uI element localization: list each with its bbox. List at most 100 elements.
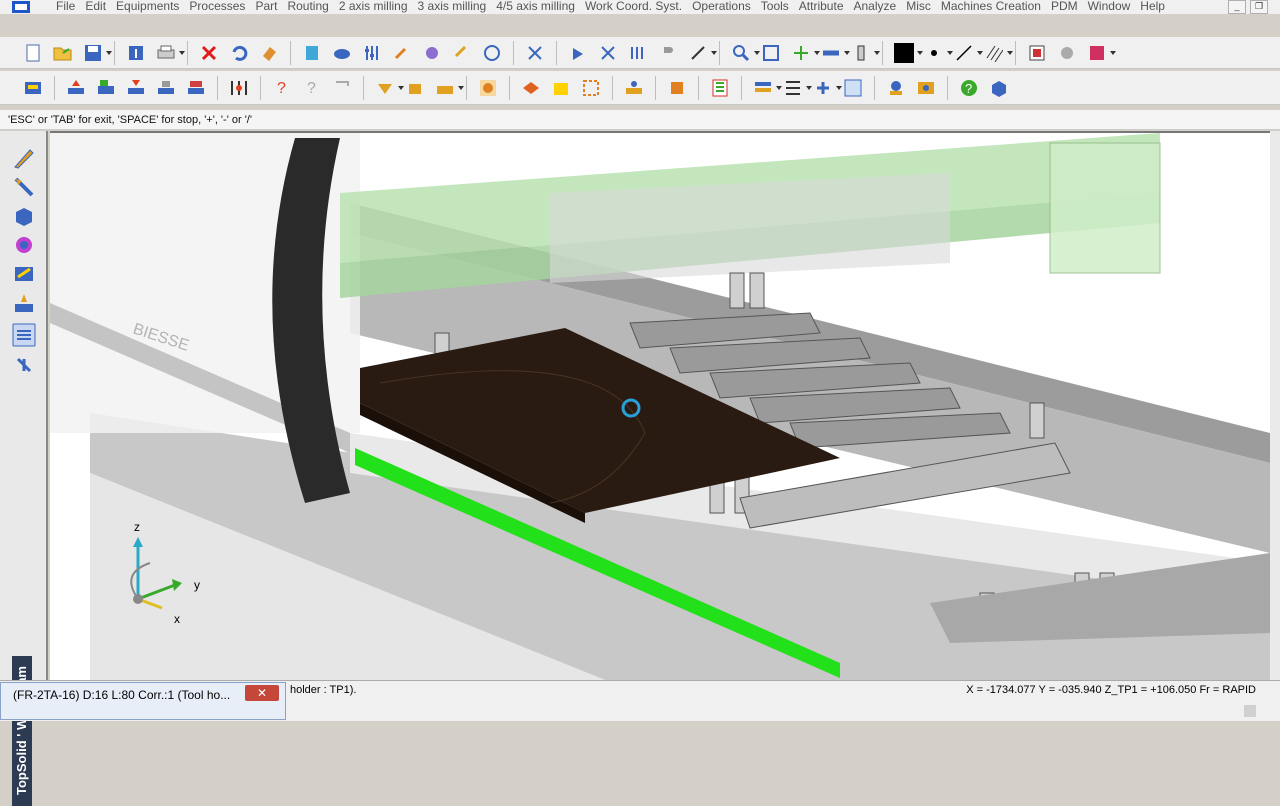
draft-icon[interactable] — [12, 262, 36, 286]
view-3d-icon[interactable] — [988, 77, 1010, 99]
menu-part[interactable]: Part — [250, 0, 282, 12]
pan-icon[interactable] — [790, 42, 820, 64]
machine-4-icon[interactable] — [155, 77, 177, 99]
color-swatch-icon[interactable] — [893, 42, 923, 64]
board-icon[interactable] — [623, 77, 645, 99]
solid-icon[interactable] — [12, 204, 36, 228]
save-icon[interactable] — [82, 42, 112, 64]
point-style-icon[interactable] — [923, 42, 953, 64]
mallet-icon[interactable] — [421, 42, 443, 64]
cursor-icon[interactable] — [657, 42, 679, 64]
zoom-icon[interactable] — [730, 42, 760, 64]
gear-icon[interactable] — [1056, 42, 1078, 64]
pallet-icon[interactable] — [520, 77, 542, 99]
settings-2-icon[interactable] — [915, 77, 937, 99]
layer-icon[interactable] — [1026, 42, 1048, 64]
grid-icon[interactable] — [228, 77, 250, 99]
pen-icon[interactable] — [687, 42, 717, 64]
axis-label-z: z — [134, 520, 140, 534]
layer-stack-icon[interactable] — [752, 77, 782, 99]
pencil-icon[interactable] — [12, 146, 36, 170]
close-icon[interactable]: ✕ — [245, 685, 279, 701]
toolbar-separator — [741, 75, 742, 100]
tuning-icon[interactable] — [361, 42, 383, 64]
query-icon[interactable]: ? — [301, 77, 323, 99]
print-icon[interactable] — [155, 42, 185, 64]
menu-4-5-axis-milling[interactable]: 4/5 axis milling — [491, 0, 580, 12]
pointer-icon[interactable] — [434, 77, 464, 99]
machine-setup-icon[interactable] — [22, 77, 44, 99]
edit-tool-icon[interactable] — [12, 175, 36, 199]
move-up-icon[interactable] — [65, 77, 87, 99]
measure-icon[interactable] — [481, 42, 503, 64]
hex-icon[interactable] — [666, 77, 688, 99]
hammer-icon[interactable] — [391, 42, 413, 64]
menu-pdm[interactable]: PDM — [1046, 0, 1083, 12]
eraser-icon[interactable] — [258, 42, 280, 64]
menu-edit[interactable]: Edit — [80, 0, 111, 12]
help-arrow-icon[interactable]: ? — [271, 77, 293, 99]
resize-grip[interactable] — [1244, 705, 1256, 717]
minimize-button[interactable]: _ — [1228, 0, 1246, 14]
magnet-icon[interactable] — [597, 42, 619, 64]
cloud-icon[interactable] — [331, 42, 353, 64]
compass-icon[interactable] — [885, 77, 907, 99]
menu-2-axis-milling[interactable]: 2 axis milling — [334, 0, 413, 12]
network-icon[interactable] — [842, 77, 864, 99]
toolbar-separator — [217, 75, 218, 100]
bucket-icon[interactable] — [404, 77, 426, 99]
zoom-window-icon[interactable] — [760, 42, 782, 64]
menu-routing[interactable]: Routing — [282, 0, 333, 12]
properties-icon[interactable] — [125, 42, 147, 64]
menu-operations[interactable]: Operations — [687, 0, 756, 12]
machine-3-icon[interactable] — [95, 77, 117, 99]
menu-machines-creation[interactable]: Machines Creation — [936, 0, 1046, 12]
menu-misc[interactable]: Misc — [901, 0, 936, 12]
toolbar-separator — [509, 75, 510, 100]
new-file-icon[interactable] — [22, 42, 44, 64]
menu-analyze[interactable]: Analyze — [849, 0, 902, 12]
hatch-icon[interactable] — [983, 42, 1013, 64]
list-icon[interactable] — [782, 77, 812, 99]
sensor-icon[interactable] — [567, 42, 589, 64]
menu-processes[interactable]: Processes — [184, 0, 250, 12]
menu-tools[interactable]: Tools — [756, 0, 794, 12]
restore-button[interactable]: ❐ — [1250, 0, 1268, 14]
3d-viewport[interactable]: BIESSE z y x — [50, 131, 1270, 682]
menu-work-coord-syst[interactable]: Work Coord. Syst. — [580, 0, 687, 12]
vertical-scrollbar[interactable] — [1270, 131, 1280, 680]
menu-equipments[interactable]: Equipments — [111, 0, 184, 12]
axis-x-icon[interactable] — [524, 42, 546, 64]
settings-icon[interactable] — [1086, 42, 1116, 64]
cam-icon[interactable] — [12, 291, 36, 315]
chain-icon[interactable] — [451, 42, 473, 64]
assembly-icon[interactable] — [12, 233, 36, 257]
machining-mode-icon[interactable] — [12, 323, 36, 347]
bracket-icon[interactable] — [331, 77, 353, 99]
fold-icon[interactable] — [374, 77, 404, 99]
menu-file[interactable]: File — [51, 0, 80, 12]
help-icon[interactable]: ? — [958, 77, 980, 99]
calculator-icon[interactable] — [301, 42, 323, 64]
open-folder-icon[interactable] — [52, 42, 74, 64]
battery-icon[interactable] — [850, 42, 880, 64]
box-tools-icon[interactable] — [550, 77, 572, 99]
toolbar-separator — [290, 40, 291, 65]
menu-3-axis-milling[interactable]: 3 axis milling — [413, 0, 492, 12]
refresh-icon[interactable] — [820, 42, 850, 64]
menu-attribute[interactable]: Attribute — [794, 0, 849, 12]
menu-help[interactable]: Help — [1135, 0, 1170, 12]
tool-library-icon[interactable] — [12, 353, 36, 377]
weld-icon[interactable] — [627, 42, 649, 64]
clock-icon[interactable] — [477, 77, 499, 99]
machine-5-icon[interactable] — [185, 77, 207, 99]
menu-window[interactable]: Window — [1083, 0, 1136, 12]
puzzle-icon[interactable] — [709, 77, 731, 99]
move-down-icon[interactable] — [125, 77, 147, 99]
line-style-icon[interactable] — [953, 42, 983, 64]
delete-icon[interactable] — [198, 42, 220, 64]
product-brand: TopSolid ' WoodCam — [12, 656, 32, 806]
undo-icon[interactable] — [228, 42, 250, 64]
screen-icon[interactable] — [580, 77, 602, 99]
grid-2-icon[interactable] — [812, 77, 842, 99]
